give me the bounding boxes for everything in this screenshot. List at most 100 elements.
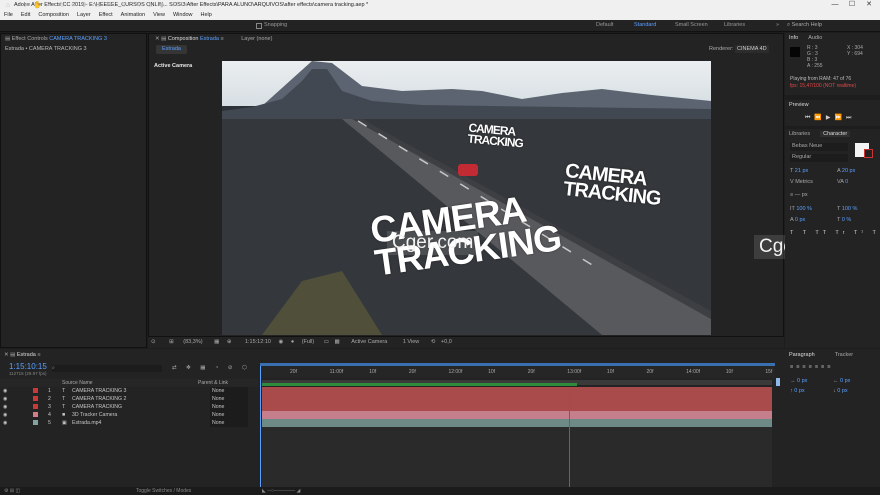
layer-name[interactable]: CAMERA TRACKING 2 [72,395,126,403]
zoom-select[interactable]: (83,3%) [183,339,202,345]
reset-exposure-icon[interactable]: ⟲ [431,339,436,345]
table-row[interactable]: ◉ 4 ■ 3D Tracker Camera None [0,411,258,419]
source-name-header[interactable]: Source Name [62,379,93,387]
type-tool-icon[interactable]: T [120,2,128,10]
composition-viewer[interactable]: CAMERA TRACKING CAMERA TRACKING CAMERA TRAC… [222,61,711,335]
rectangle-tool-icon[interactable]: ▭ [94,2,102,10]
stroke-color-swatch[interactable] [864,149,873,158]
timeline-menu-icon[interactable]: ≡ [36,352,40,358]
alignment-buttons[interactable]: ≡≡≡≡≡≡≡ [790,364,833,370]
comp-menu-icon[interactable]: ≡ [219,36,225,42]
menu-effect[interactable]: Effect [95,10,117,20]
menu-file[interactable]: File [0,10,17,20]
toggle-switches-modes[interactable]: Toggle Switches / Modes [136,487,191,495]
info-tab[interactable]: Info [789,35,798,41]
workspace-libraries[interactable]: Libraries [724,22,745,28]
layer-bar-3[interactable] [262,403,772,411]
font-size-value[interactable]: 21 px [795,168,808,174]
visibility-icon[interactable]: ◉ [3,411,8,419]
vertical-scale-value[interactable]: 100 % [796,206,812,212]
status-icons[interactable]: ⚙ ⊞ ◫ [4,487,20,495]
tracking-value[interactable]: 0 [845,179,848,185]
effect-controls-tab[interactable]: ▤ Effect Controls CAMERA TRACKING 3 [1,34,146,44]
table-row[interactable]: ◉ 2 T CAMERA TRACKING 2 None [0,395,258,403]
transparency-icon[interactable]: ▩ [334,339,339,345]
kerning-value[interactable]: Metrics [795,179,813,185]
renderer-select[interactable]: CINEMA 4D [735,45,769,53]
stroke-width-value[interactable]: — px [795,192,808,198]
exposure-value[interactable]: +0,0 [441,339,452,345]
selection-tool-icon[interactable]: ➤ [22,2,30,10]
timeline-switches[interactable]: ⇄ ✻ ▦ ◔ ⊘ ⬡ [172,365,251,371]
table-row[interactable]: ◉ 5 ▣ Estrada.mp4 None [0,419,258,427]
layer-name[interactable]: CAMERA TRACKING [72,403,122,411]
layer-tab[interactable]: Layer (none) [241,36,272,42]
pan-behind-tool-icon[interactable]: ✥ [80,2,88,10]
layer-bar-1[interactable] [262,387,772,395]
text-style-buttons[interactable]: T T TT Tr T¹ T₁ [790,230,880,236]
menu-help[interactable]: Help [197,10,216,20]
workspace-standard[interactable]: Standard [634,22,656,28]
parent-link-header[interactable]: Parent & Link [198,379,228,387]
baseline-shift-value[interactable]: 0 px [795,217,805,223]
first-frame-icon[interactable]: ⏮ [805,115,814,121]
tracker-tab[interactable]: Tracker [835,352,853,358]
layer-bar-5[interactable] [262,419,772,427]
preview-tab[interactable]: Preview [785,100,880,110]
visibility-icon[interactable]: ◉ [3,403,8,411]
workspace-default[interactable]: Default [596,22,613,28]
grid-icon[interactable]: ▦ [214,339,219,345]
hand-tool-icon[interactable]: ✋ [33,2,42,10]
visibility-icon[interactable]: ◉ [3,419,8,427]
paragraph-tab[interactable]: Paragraph [789,352,815,358]
puppet-tool-icon[interactable]: ✶ [182,2,190,10]
space-after-value[interactable]: 0 px [837,388,847,394]
tsume-value[interactable]: 0 % [842,217,851,223]
table-row[interactable]: ◉ 1 T CAMERA TRACKING 3 None [0,387,258,395]
close-button[interactable]: ✕ [860,0,878,10]
3d-view-select[interactable]: Active Camera [351,339,387,345]
visibility-icon[interactable]: ◉ [3,387,8,395]
space-before-value[interactable]: 0 px [794,388,804,394]
minimize-button[interactable]: — [826,0,844,10]
menu-edit[interactable]: Edit [17,10,34,20]
horizontal-scale-value[interactable]: 100 % [842,206,858,212]
clone-tool-icon[interactable]: ⊥ [146,2,154,10]
camera-tool-icon[interactable]: ⌖ [69,2,77,10]
eraser-tool-icon[interactable]: ◆ [158,2,166,10]
layer-bar-2[interactable] [262,395,772,403]
magnification-icon[interactable]: ⊞ [169,339,174,345]
zoom-tool-icon[interactable]: ⌕ [44,2,52,10]
time-ruler[interactable]: 20f 11:00f 10f 20f 12:00f 10f 20f 13:00f 10f 20f 1… [260,366,775,378]
rotate-tool-icon[interactable]: ↻ [58,2,66,10]
layer-name[interactable]: 3D Tracker Camera [72,411,117,419]
workspace-menu-icon[interactable]: » [776,22,779,28]
mask-icon[interactable]: ⊕ [227,339,232,345]
label-color[interactable] [33,412,38,417]
pen-tool-icon[interactable]: ✒ [106,2,114,10]
resolution-select[interactable]: (Full) [302,339,315,345]
menu-composition[interactable]: Composition [34,10,73,20]
timeline-comp-tab[interactable]: ✕ ▤ Estrada ≡ [0,350,120,360]
brush-tool-icon[interactable]: ✎ [134,2,142,10]
home-icon[interactable]: ⌂ [4,2,12,10]
parent-select[interactable]: None [210,411,248,419]
parent-select[interactable]: None [210,403,248,411]
timeline-search-input[interactable]: ⌕ [52,365,162,372]
table-row[interactable]: ◉ 3 T CAMERA TRACKING None [0,403,258,411]
libraries-tab[interactable]: Libraries [789,131,810,137]
font-style-select[interactable]: Regular [790,154,848,162]
timeline-timecode[interactable]: 1:15:10:15 [9,362,47,371]
label-color[interactable] [33,404,38,409]
menu-animation[interactable]: Animation [117,10,149,20]
snapshot-icon[interactable]: ◉ [278,339,283,345]
zoom-slider[interactable]: ◣ ─○────── ◢ [262,487,300,495]
menu-view[interactable]: View [149,10,169,20]
visibility-icon[interactable]: ◉ [3,395,8,403]
label-color[interactable] [33,420,38,425]
parent-select[interactable]: None [210,395,248,403]
indent-left-value[interactable]: 0 px [797,378,807,384]
playhead-line[interactable] [569,387,570,487]
menu-window[interactable]: Window [169,10,197,20]
region-icon[interactable]: ▭ [324,339,329,345]
